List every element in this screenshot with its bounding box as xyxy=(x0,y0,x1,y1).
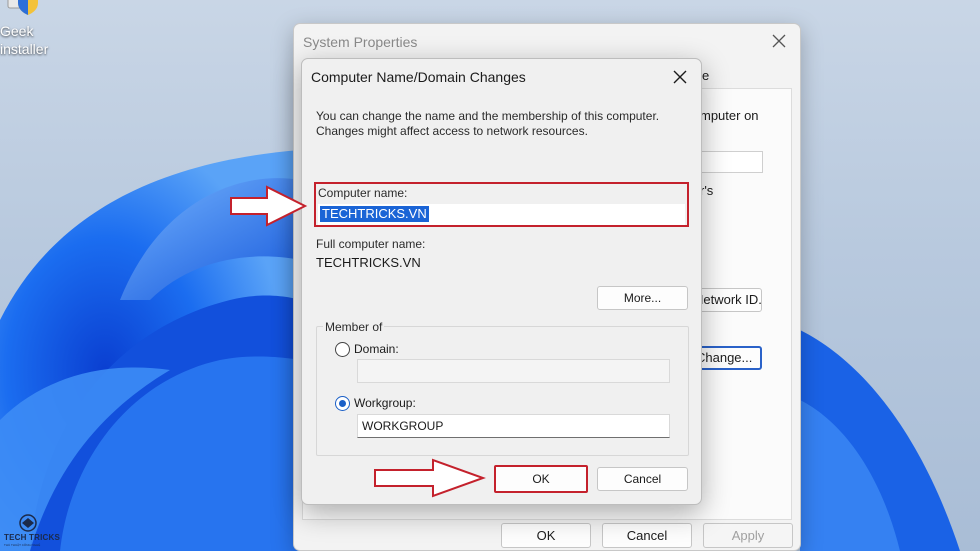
computer-name-highlight-box: Computer name: TECHTRICKS.VN xyxy=(314,182,689,227)
dialog-title: Computer Name/Domain Changes xyxy=(311,69,526,85)
domain-label: Domain: xyxy=(354,342,399,356)
domain-radio[interactable] xyxy=(335,342,350,357)
workgroup-input-value: WORKGROUP xyxy=(362,419,444,433)
system-properties-ok-button[interactable]: OK xyxy=(501,523,591,548)
computer-name-input[interactable]: TECHTRICKS.VN xyxy=(318,204,685,225)
workgroup-radio[interactable] xyxy=(335,396,350,411)
system-properties-close-icon[interactable] xyxy=(768,30,790,52)
dialog-description: You can change the name and the membersh… xyxy=(316,109,660,138)
logo-tagline-text: THỦ THUẬT CÔNG NGHỆ xyxy=(4,543,41,547)
annotation-arrow-computer-name-icon xyxy=(230,185,308,227)
dialog-cancel-button[interactable]: Cancel xyxy=(597,467,688,491)
system-properties-text-fragment-1: mputer on xyxy=(700,108,759,123)
desktop-icon-label-line2: installer xyxy=(0,41,49,57)
computer-name-dialog: Computer Name/Domain Changes You can cha… xyxy=(301,58,702,505)
system-properties-title: System Properties xyxy=(303,34,418,50)
desktop-icon-label-line1: Geek xyxy=(0,23,34,39)
more-button[interactable]: More... xyxy=(597,286,688,310)
workgroup-label: Workgroup: xyxy=(354,396,416,410)
computer-name-selected-text: TECHTRICKS.VN xyxy=(320,206,429,222)
workgroup-input[interactable]: WORKGROUP xyxy=(357,414,670,438)
logo-emblem-icon xyxy=(19,514,37,532)
tech-tricks-logo: TECH TRICKS THỦ THUẬT CÔNG NGHỆ xyxy=(2,514,60,550)
member-of-legend: Member of xyxy=(323,320,385,334)
dialog-ok-button[interactable]: OK xyxy=(494,465,588,493)
full-computer-name-value: TECHTRICKS.VN xyxy=(316,255,421,270)
system-properties-cancel-button[interactable]: Cancel xyxy=(602,523,692,548)
geek-installer-desktop-icon[interactable]: Geek installer xyxy=(0,0,60,62)
desktop-icon-label: Geek installer xyxy=(0,22,60,58)
full-computer-name-label: Full computer name: xyxy=(316,237,426,251)
member-of-group: Member of Domain: Workgroup: WORKGROUP xyxy=(316,320,689,456)
logo-brand-text: TECH TRICKS xyxy=(4,533,60,542)
computer-description-input[interactable] xyxy=(694,151,763,173)
system-properties-apply-button[interactable]: Apply xyxy=(703,523,793,548)
dialog-close-icon[interactable] xyxy=(669,66,691,88)
annotation-arrow-ok-icon xyxy=(374,458,486,498)
computer-name-label: Computer name: xyxy=(318,186,408,200)
system-properties-tab-fragment[interactable]: e xyxy=(702,68,726,88)
installer-shield-icon xyxy=(7,0,38,15)
domain-input[interactable] xyxy=(357,359,670,383)
